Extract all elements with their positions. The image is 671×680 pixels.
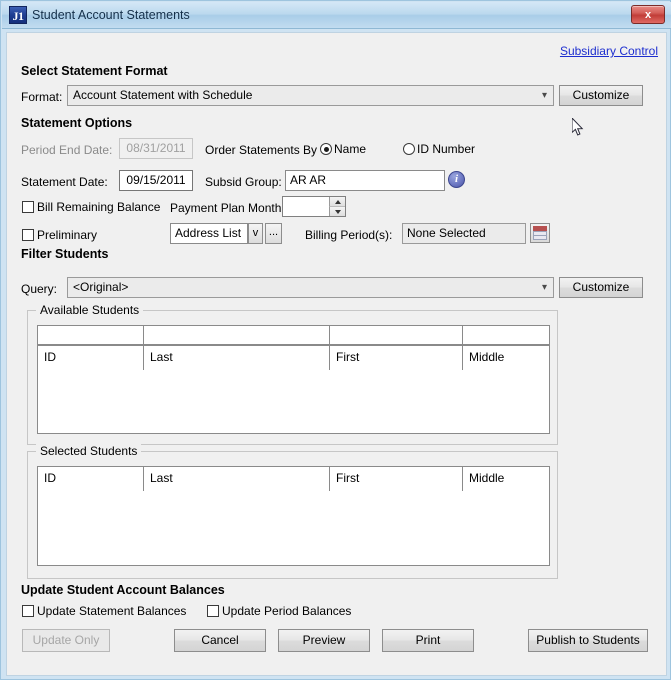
subsid-group-field[interactable]: AR AR (285, 170, 445, 191)
available-students-group: Available Students ID Last First Middle (27, 310, 558, 445)
stepper-down-icon[interactable] (329, 207, 345, 216)
column-header-id[interactable]: ID (38, 346, 144, 370)
query-label: Query: (21, 282, 57, 296)
calendar-icon[interactable] (530, 223, 550, 243)
selected-students-grid[interactable]: ID Last First Middle (37, 466, 550, 566)
update-statement-balances-box (22, 605, 34, 617)
available-students-legend: Available Students (36, 303, 143, 317)
statement-date-label: Statement Date: (21, 175, 108, 189)
column-header-middle[interactable]: Middle (463, 467, 551, 491)
cancel-button[interactable]: Cancel (174, 629, 266, 652)
available-students-grid[interactable]: ID Last First Middle (37, 345, 550, 434)
publish-to-students-button[interactable]: Publish to Students (528, 629, 648, 652)
period-end-date-label: Period End Date: (21, 143, 112, 157)
subsidiary-control-link[interactable]: Subsidiary Control (560, 44, 658, 58)
column-header-last[interactable]: Last (144, 467, 330, 491)
query-customize-button[interactable]: Customize (559, 277, 643, 298)
radio-name-indicator (320, 143, 332, 155)
format-customize-button[interactable]: Customize (559, 85, 643, 106)
available-students-header-row: ID Last First Middle (38, 346, 549, 370)
period-end-date-field: 08/31/2011 (119, 138, 193, 159)
selected-students-legend: Selected Students (36, 444, 141, 458)
column-header-middle[interactable]: Middle (463, 346, 551, 370)
statement-options-heading: Statement Options (21, 116, 132, 130)
filter-cell-middle[interactable] (463, 326, 551, 344)
payment-plan-month-label: Payment Plan Month: (170, 201, 285, 215)
update-period-balances-box (207, 605, 219, 617)
bill-remaining-balance-checkbox[interactable]: Bill Remaining Balance (22, 200, 160, 214)
app-icon: J1 (9, 6, 27, 24)
update-period-balances-label: Update Period Balances (222, 604, 351, 618)
update-period-balances-checkbox[interactable]: Update Period Balances (207, 604, 351, 618)
payment-plan-month-stepper[interactable] (282, 196, 346, 217)
selected-students-group: Selected Students ID Last First Middle (27, 451, 558, 579)
column-header-id[interactable]: ID (38, 467, 144, 491)
query-combobox-value: <Original> (73, 280, 128, 294)
column-header-first[interactable]: First (330, 346, 463, 370)
preliminary-label: Preliminary (37, 228, 97, 242)
preview-button[interactable]: Preview (278, 629, 370, 652)
bill-remaining-balance-box (22, 201, 34, 213)
print-button[interactable]: Print (382, 629, 474, 652)
bill-remaining-balance-label: Bill Remaining Balance (37, 200, 160, 214)
order-statements-by-label: Order Statements By (205, 143, 317, 157)
address-list-dropdown-icon[interactable]: v (248, 223, 263, 244)
dialog-body: Subsidiary Control Select Statement Form… (6, 32, 667, 676)
filter-cell-first[interactable] (330, 326, 463, 344)
selected-students-header-row: ID Last First Middle (38, 467, 549, 491)
preliminary-box (22, 229, 34, 241)
statement-date-field[interactable]: 09/15/2011 (119, 170, 193, 191)
billing-periods-field[interactable]: None Selected (402, 223, 526, 244)
update-only-button[interactable]: Update Only (22, 629, 110, 652)
column-header-last[interactable]: Last (144, 346, 330, 370)
dialog-window: J1 Student Account Statements x Subsidia… (0, 0, 671, 680)
chevron-down-icon: ▾ (542, 86, 547, 105)
query-combobox[interactable]: <Original> ▾ (67, 277, 554, 298)
stepper-up-icon[interactable] (329, 197, 345, 207)
title-bar: J1 Student Account Statements x (2, 2, 671, 29)
format-label: Format: (21, 90, 62, 104)
filter-cell-id[interactable] (38, 326, 144, 344)
window-title: Student Account Statements (32, 8, 190, 22)
address-list-browse-button[interactable]: ... (265, 223, 282, 244)
close-icon[interactable]: x (631, 5, 665, 24)
info-icon[interactable]: i (448, 171, 465, 188)
radio-order-by-name[interactable]: Name (320, 142, 366, 156)
filter-cell-last[interactable] (144, 326, 330, 344)
format-combobox-value: Account Statement with Schedule (73, 88, 252, 102)
update-balances-heading: Update Student Account Balances (21, 583, 225, 597)
billing-periods-label: Billing Period(s): (305, 228, 392, 242)
update-statement-balances-label: Update Statement Balances (37, 604, 186, 618)
format-combobox[interactable]: Account Statement with Schedule ▾ (67, 85, 554, 106)
preliminary-checkbox[interactable]: Preliminary (22, 228, 97, 242)
radio-id-number-label: ID Number (417, 142, 475, 156)
chevron-down-icon: ▾ (542, 278, 547, 297)
select-statement-format-heading: Select Statement Format (21, 64, 168, 78)
update-statement-balances-checkbox[interactable]: Update Statement Balances (22, 604, 186, 618)
filter-students-heading: Filter Students (21, 247, 109, 261)
address-list-field[interactable]: Address List (170, 223, 248, 244)
stepper-buttons[interactable] (329, 197, 345, 216)
radio-name-label: Name (334, 142, 366, 156)
radio-id-number-indicator (403, 143, 415, 155)
subsid-group-label: Subsid Group: (205, 175, 282, 189)
available-students-filter-row[interactable] (37, 325, 550, 345)
column-header-first[interactable]: First (330, 467, 463, 491)
radio-order-by-id-number[interactable]: ID Number (403, 142, 475, 156)
